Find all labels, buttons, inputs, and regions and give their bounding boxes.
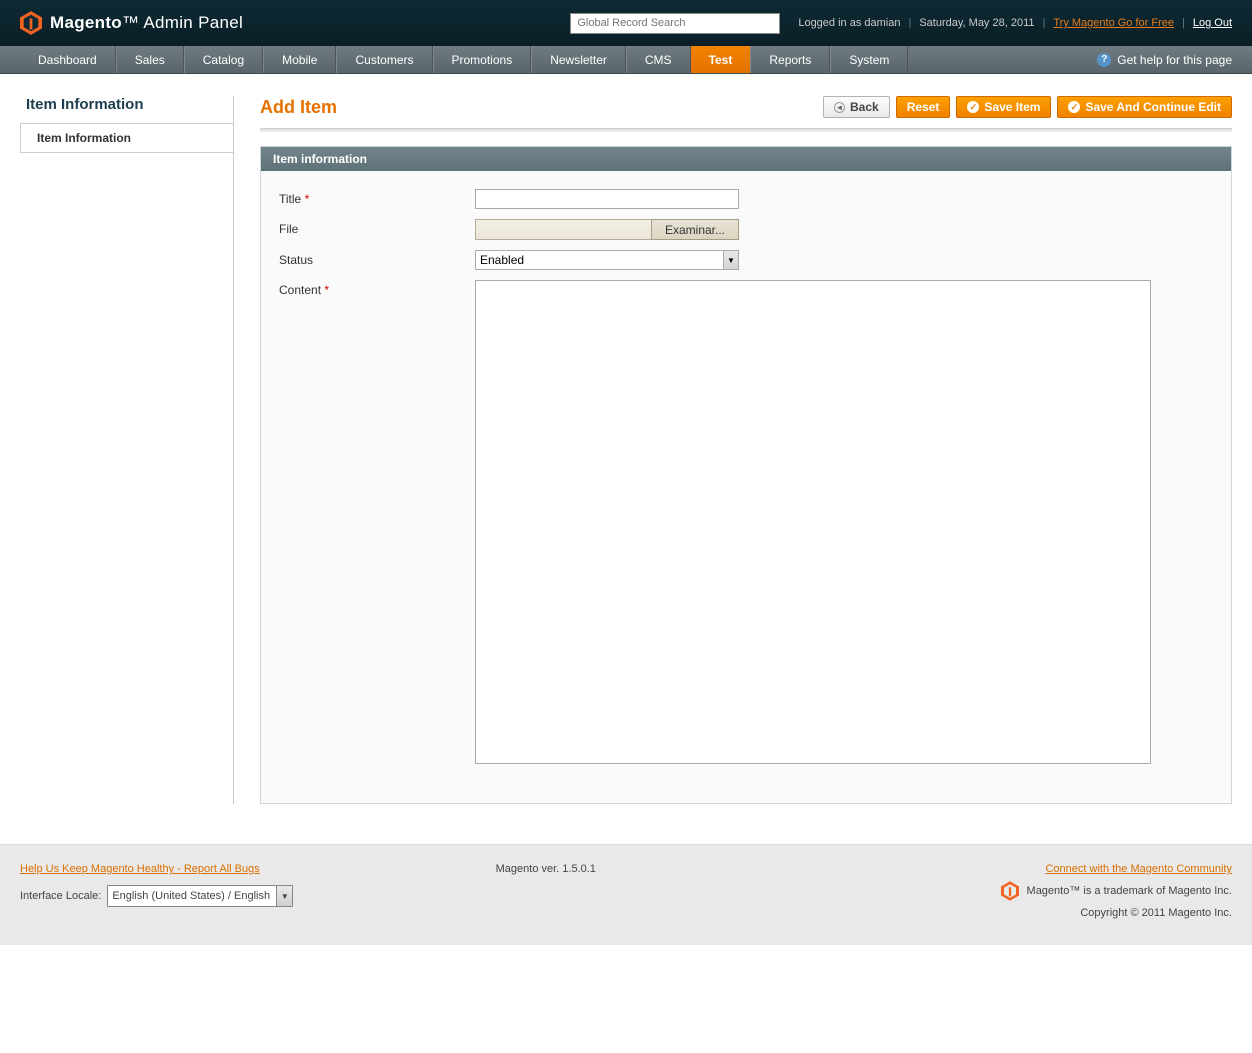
nav-cms[interactable]: CMS [626,46,691,73]
logged-in-text: Logged in as damian [798,17,900,29]
check-icon: ✓ [967,101,979,113]
try-magento-link[interactable]: Try Magento Go for Free [1053,17,1174,29]
header-right: Logged in as damian | Saturday, May 28, … [570,13,1232,34]
footer-right: Connect with the Magento Community Magen… [1001,863,1232,919]
nav-customers[interactable]: Customers [336,46,432,73]
magento-logo-icon [20,11,42,35]
content-textarea[interactable] [475,280,1151,764]
back-arrow-icon: ◄ [834,102,845,113]
footer: Help Us Keep Magento Healthy - Report Al… [0,844,1252,945]
brand-text: Magento™ Admin Panel [50,13,243,33]
nav-catalog[interactable]: Catalog [184,46,263,73]
file-browse-button[interactable]: Examinar... [651,219,739,240]
panel-heading: Item information [261,147,1231,171]
save-button[interactable]: ✓ Save Item [956,96,1051,118]
status-select[interactable]: Enabled ▼ [475,250,739,270]
sidebar: Item Information Item Information [20,96,234,804]
title-label: Title * [279,189,475,206]
row-content: Content * [279,280,1213,767]
community-link[interactable]: Connect with the Magento Community [1045,863,1231,875]
nav-promotions[interactable]: Promotions [433,46,532,73]
reset-button[interactable]: Reset [896,96,951,118]
locale-select[interactable]: English (United States) / English ▼ [107,885,293,907]
check-icon: ✓ [1068,101,1080,113]
nav-newsletter[interactable]: Newsletter [531,46,626,73]
nav-mobile[interactable]: Mobile [263,46,336,73]
divider [260,128,1232,132]
logout-link[interactable]: Log Out [1193,17,1232,29]
nav-sales[interactable]: Sales [116,46,184,73]
help-link[interactable]: ? Get help for this page [1097,46,1232,73]
back-button[interactable]: ◄ Back [823,96,890,118]
footer-left: Help Us Keep Magento Healthy - Report Al… [20,863,293,907]
row-file: File Examinar... [279,219,1213,240]
action-buttons: ◄ Back Reset ✓ Save Item ✓ Save And Cont… [823,96,1232,118]
sidebar-tab-item-information[interactable]: Item Information [20,123,233,153]
file-path-display [475,219,651,240]
status-label: Status [279,250,475,267]
page-title: Add Item [260,97,337,118]
trademark-text: Magento™ is a trademark of Magento Inc. [1027,885,1232,897]
sidebar-title: Item Information [20,96,233,123]
nav-test[interactable]: Test [691,46,751,73]
help-icon: ? [1097,53,1111,67]
report-bugs-link[interactable]: Help Us Keep Magento Healthy - Report Al… [20,863,293,875]
save-continue-button[interactable]: ✓ Save And Continue Edit [1057,96,1232,118]
panel-body: Title * File Examinar... [261,171,1231,803]
main-nav: Dashboard Sales Catalog Mobile Customers… [0,46,1252,74]
row-status: Status Enabled ▼ [279,250,1213,270]
nav-reports[interactable]: Reports [750,46,830,73]
nav-system[interactable]: System [830,46,908,73]
header-date: Saturday, May 28, 2011 [919,17,1034,29]
global-search-input[interactable] [570,13,780,34]
brand-logo: Magento™ Admin Panel [20,11,243,35]
nav-dashboard[interactable]: Dashboard [20,46,116,73]
copyright-text: Copyright © 2011 Magento Inc. [1080,907,1232,919]
row-title: Title * [279,189,1213,209]
content-area: Add Item ◄ Back Reset ✓ Save Item ✓ Save… [234,96,1232,804]
dropdown-arrow-icon: ▼ [723,251,738,269]
content-header: Add Item ◄ Back Reset ✓ Save Item ✓ Save… [260,96,1232,118]
dropdown-arrow-icon: ▼ [276,886,292,906]
header-bar: Magento™ Admin Panel Logged in as damian… [0,0,1252,46]
file-label: File [279,219,475,236]
locale-label: Interface Locale: [20,890,101,902]
magento-logo-icon [1001,881,1019,901]
locale-row: Interface Locale: English (United States… [20,885,293,907]
title-input[interactable] [475,189,739,209]
item-info-panel: Item information Title * File Ex [260,146,1232,804]
content-label: Content * [279,280,475,297]
footer-version: Magento ver. 1.5.0.1 [496,863,596,875]
main-area: Item Information Item Information Add It… [0,74,1252,844]
